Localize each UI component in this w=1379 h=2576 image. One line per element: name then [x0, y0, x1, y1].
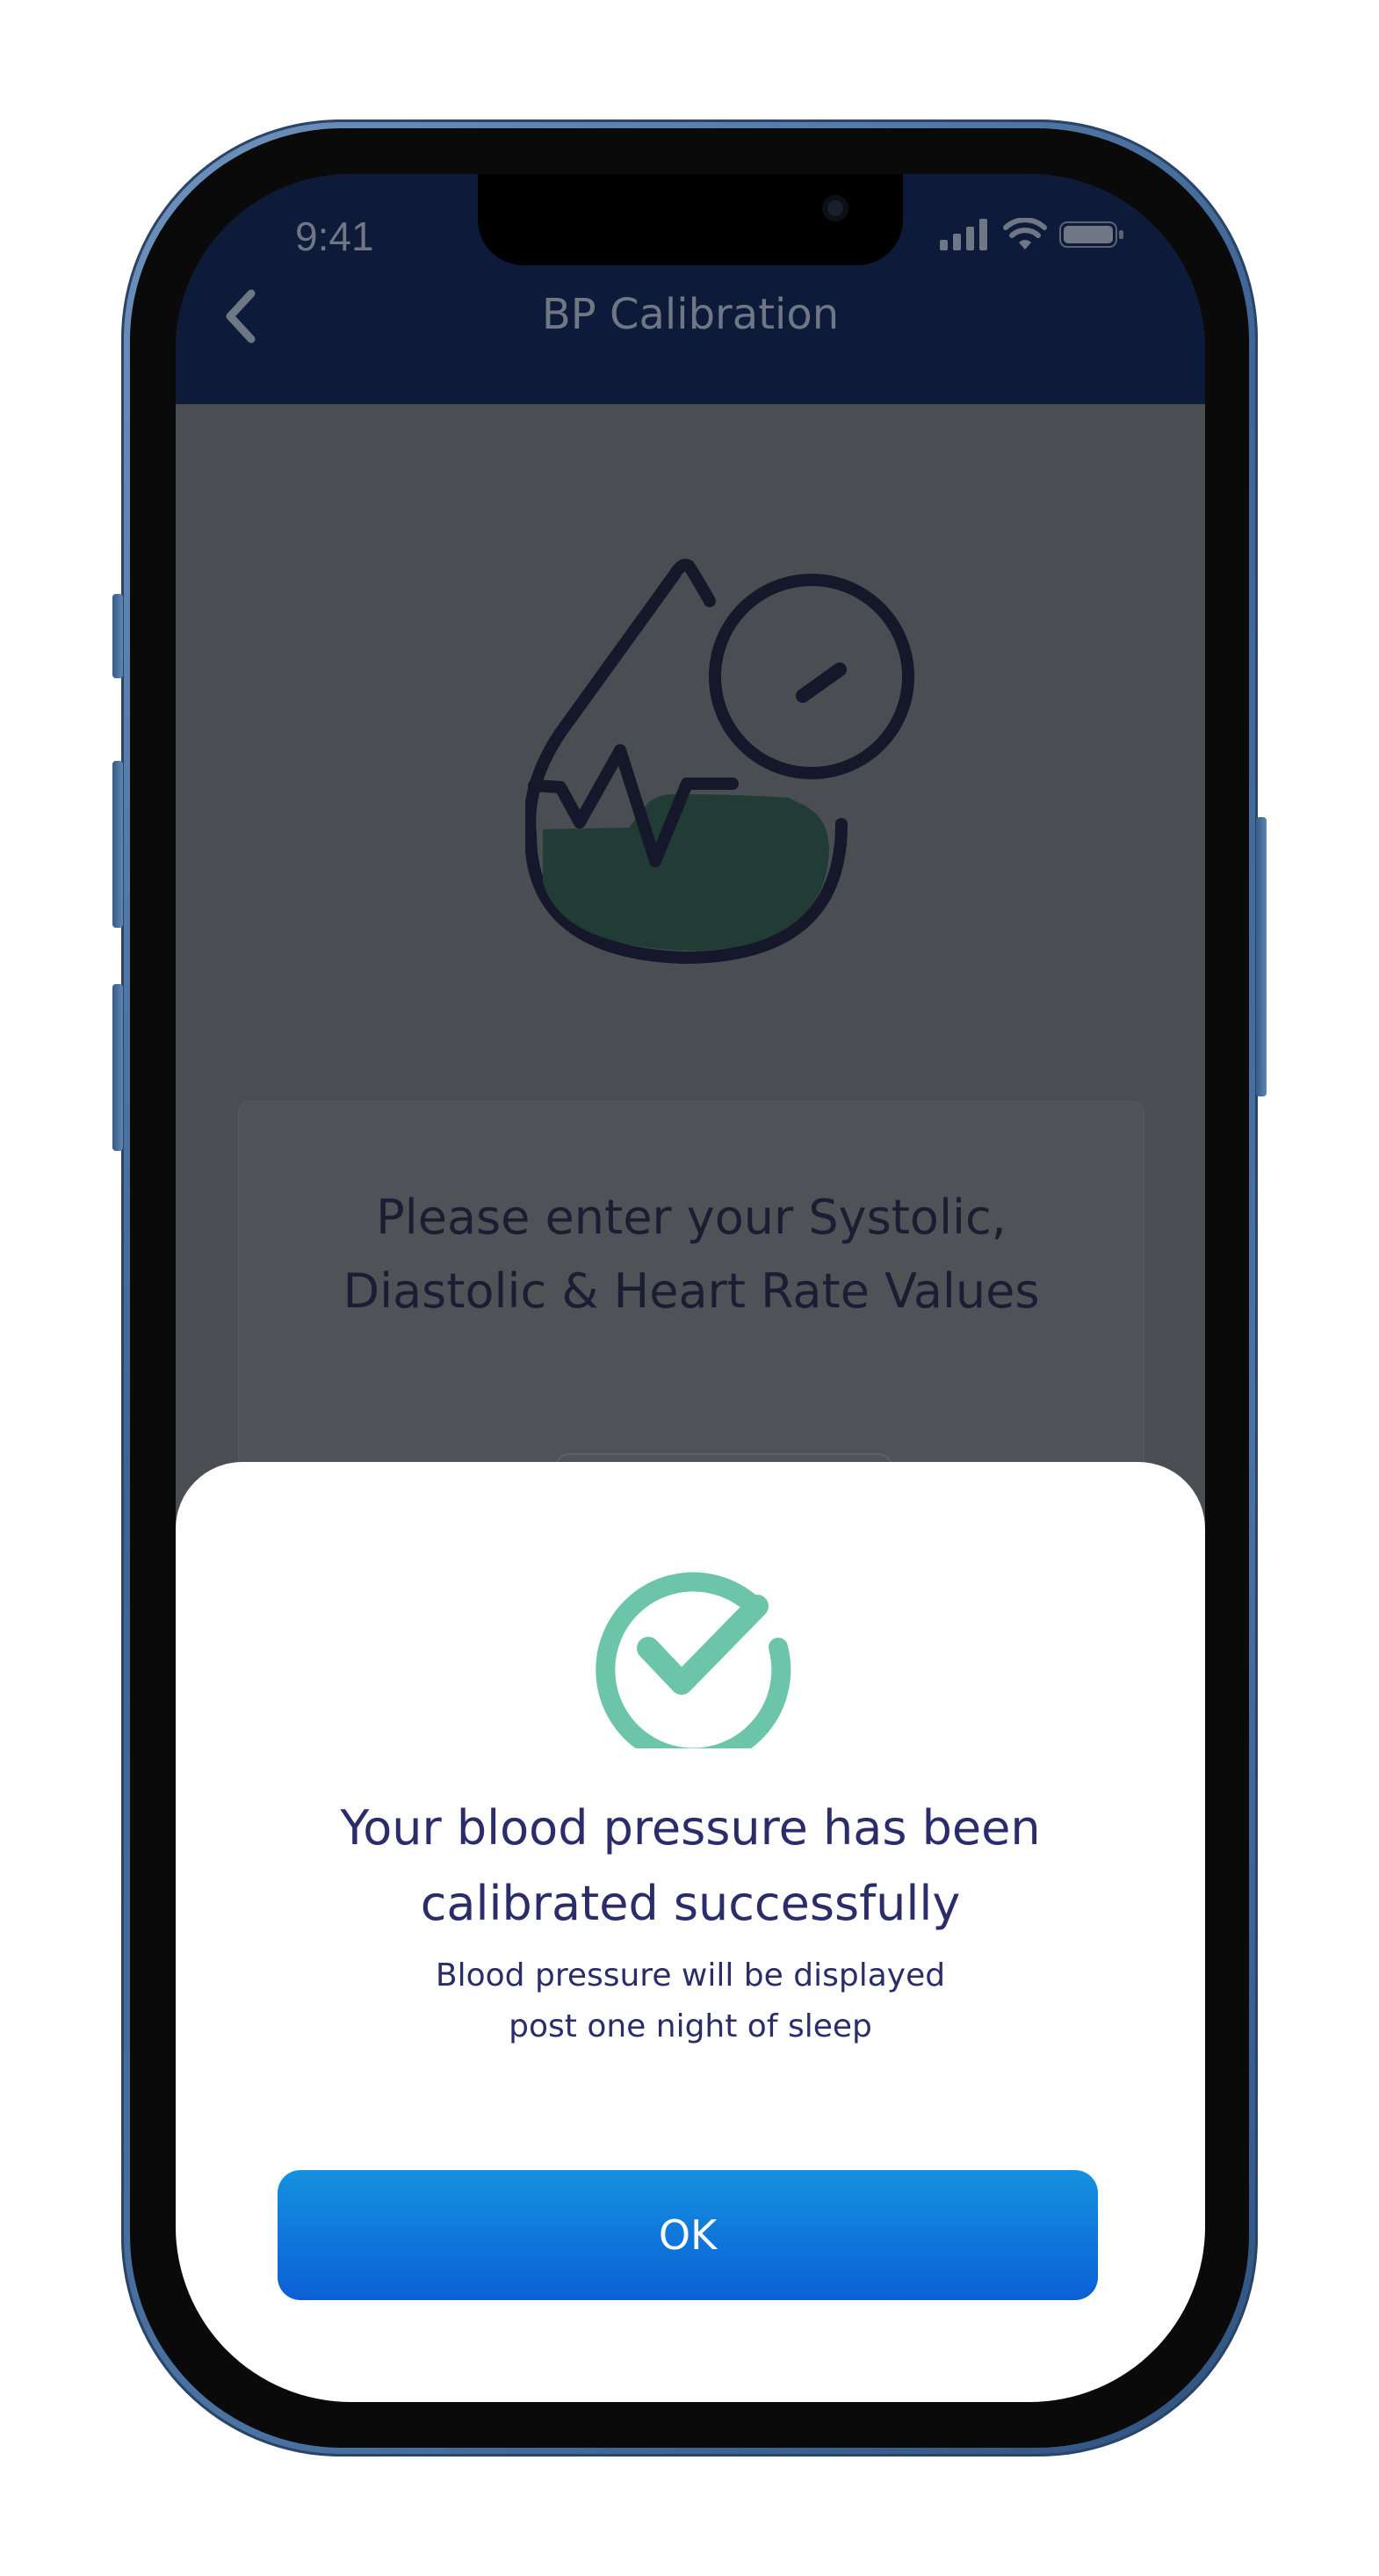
page-title: BP Calibration [541, 290, 840, 339]
dialog-title-line1: Your blood pressure has been [340, 1800, 1041, 1856]
status-time: 9:41 [295, 213, 374, 259]
camera-icon [822, 195, 848, 221]
volume-up-button [112, 761, 123, 928]
blood-drop-gauge-icon [525, 559, 914, 965]
ok-button[interactable]: OK [278, 2170, 1098, 2300]
app-header: 9:41 BP Calibration [176, 174, 1205, 404]
check-circle-icon [596, 1572, 791, 1748]
signal-icon [940, 219, 987, 250]
volume-down-button [112, 984, 123, 1151]
power-button [1256, 817, 1267, 1096]
card-title-line2: Diastolic & Heart Rate Values [343, 1263, 1040, 1319]
battery-icon [1059, 221, 1123, 248]
notch [478, 174, 903, 265]
card-title-line1: Please enter your Systolic, [376, 1190, 1007, 1245]
wifi-icon [1003, 218, 1047, 250]
dialog-subtitle-line2: post one night of sleep [509, 2008, 872, 2044]
dialog-title: Your blood pressure has been calibrated … [176, 1791, 1205, 1942]
device-mockup: 9:41 BP Calibration Please enter your Sy… [0, 0, 1379, 2576]
dialog-subtitle: Blood pressure will be displayed post on… [176, 1950, 1205, 2052]
silent-switch [112, 594, 123, 678]
card-title: Please enter your Systolic, Diastolic & … [239, 1181, 1144, 1328]
dialog-subtitle-line1: Blood pressure will be displayed [435, 1957, 946, 1994]
screen: 9:41 BP Calibration Please enter your Sy… [176, 174, 1205, 2402]
status-icons [940, 218, 1124, 251]
success-dialog: Your blood pressure has been calibrated … [176, 1462, 1205, 2402]
dialog-title-line2: calibrated successfully [420, 1876, 961, 1931]
